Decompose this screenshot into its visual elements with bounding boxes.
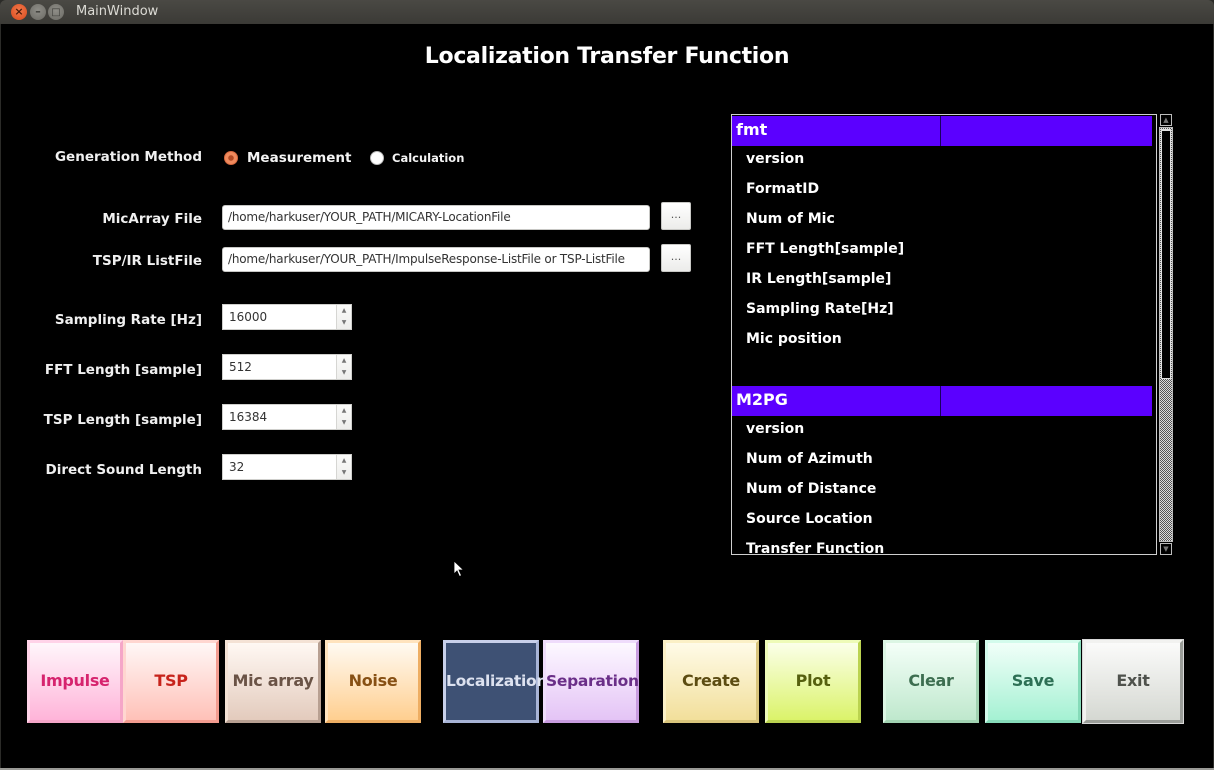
direct-sound-length-label: Direct Sound Length (45, 462, 202, 478)
sampling-rate-spinbox[interactable]: 16000 ▲ ▼ (222, 304, 352, 330)
tree-item-label: Mic position (746, 331, 842, 347)
scrollbar-thumb[interactable] (1161, 129, 1171, 379)
tree-group-label: M2PG (736, 390, 788, 409)
tsp-ir-list-file-browse-button[interactable]: ... (661, 244, 691, 272)
tree-item[interactable]: Num of Distance (732, 476, 1152, 506)
spin-down-icon[interactable]: ▼ (337, 467, 351, 479)
fft-length-spin-arrows: ▲ ▼ (336, 355, 351, 379)
minimize-icon: – (35, 5, 41, 18)
page-title: Localization Transfer Function (424, 44, 790, 69)
tree-item-label: Num of Mic (746, 211, 835, 227)
tree-item[interactable]: Source Location (732, 506, 1152, 536)
format-tree-view[interactable]: fmt version FormatID Num of Mic FFT Leng… (731, 114, 1157, 555)
noise-button[interactable]: Noise (325, 640, 421, 723)
tree-item-label: version (746, 151, 805, 167)
calculation-radio[interactable] (370, 151, 384, 165)
spin-down-icon[interactable]: ▼ (337, 417, 351, 429)
tree-item-label: Transfer Function (746, 541, 885, 555)
tree-item-label: Sampling Rate[Hz] (746, 301, 894, 317)
direct-sound-length-spin-arrows: ▲ ▼ (336, 455, 351, 479)
spin-up-icon[interactable]: ▲ (337, 305, 351, 317)
sampling-rate-spin-arrows: ▲ ▼ (336, 305, 351, 329)
plot-button[interactable]: Plot (765, 640, 861, 723)
window-close-button[interactable]: × (11, 4, 27, 20)
spin-up-icon[interactable]: ▲ (337, 405, 351, 417)
tsp-length-spin-arrows: ▲ ▼ (336, 405, 351, 429)
tree-item[interactable]: version (732, 146, 1152, 176)
maximize-icon: □ (51, 7, 61, 18)
tree-group-m2pg[interactable]: M2PG (732, 386, 1152, 416)
fft-length-label: FFT Length [sample] (44, 362, 202, 378)
tree-item-label: Num of Distance (746, 481, 877, 497)
calculation-radio-label[interactable]: Calculation (392, 151, 464, 165)
scroll-down-button[interactable]: ▼ (1160, 543, 1172, 555)
tree-vertical-scrollbar[interactable]: ▲ ▼ (1159, 114, 1173, 555)
tree-item[interactable]: Num of Azimuth (732, 446, 1152, 476)
create-button[interactable]: Create (663, 640, 759, 723)
separation-button[interactable]: Separation (543, 640, 639, 723)
close-icon: × (14, 5, 24, 18)
tree-item[interactable]: FFT Length[sample] (732, 236, 1152, 266)
window-title: MainWindow (76, 4, 159, 19)
tsp-ir-list-file-input[interactable]: /home/harkuser/YOUR_PATH/ImpulseResponse… (222, 247, 650, 272)
spin-down-icon[interactable]: ▼ (337, 317, 351, 329)
scrollbar-track[interactable] (1159, 127, 1173, 542)
tree-item-label: Num of Azimuth (746, 451, 873, 467)
tree-item-label: Source Location (746, 511, 873, 527)
mic-array-button[interactable]: Mic array (225, 640, 321, 723)
spin-down-icon[interactable]: ▼ (337, 367, 351, 379)
tree-item[interactable]: IR Length[sample] (732, 266, 1152, 296)
impulse-button[interactable]: Impulse (27, 640, 123, 723)
tree-item[interactable]: version (732, 416, 1152, 446)
fft-length-value[interactable]: 512 (229, 360, 252, 374)
tree-item[interactable]: Num of Mic (732, 206, 1152, 236)
window-minimize-button[interactable]: – (30, 4, 46, 20)
measurement-radio[interactable] (224, 151, 238, 165)
tree-item-label: version (746, 421, 805, 437)
spin-up-icon[interactable]: ▲ (337, 355, 351, 367)
generation-method-label: Generation Method (54, 149, 202, 165)
scroll-up-button[interactable]: ▲ (1160, 114, 1172, 126)
tree-item-label: FFT Length[sample] (746, 241, 905, 257)
scroll-up-icon: ▲ (1163, 116, 1169, 124)
tsp-length-value[interactable]: 16384 (229, 410, 267, 424)
tsp-button[interactable]: TSP (123, 640, 219, 723)
direct-sound-length-value[interactable]: 32 (229, 460, 244, 474)
tree-item-label: FormatID (746, 181, 820, 197)
scroll-down-icon: ▼ (1163, 545, 1169, 553)
tsp-ir-list-file-label: TSP/IR ListFile (92, 253, 202, 269)
localization-button[interactable]: Localization (443, 640, 547, 723)
sampling-rate-value[interactable]: 16000 (229, 310, 267, 324)
tree-item[interactable]: Mic position (732, 326, 1152, 356)
main-window-client: Localization Transfer Function Generatio… (1, 24, 1213, 768)
tsp-length-label: TSP Length [sample] (43, 412, 202, 428)
fft-length-spinbox[interactable]: 512 ▲ ▼ (222, 354, 352, 380)
measurement-radio-label[interactable]: Measurement (247, 150, 351, 166)
mic-array-file-input[interactable]: /home/harkuser/YOUR_PATH/MICARY-Location… (222, 205, 650, 230)
exit-button[interactable]: Exit (1082, 639, 1184, 724)
tree-group-fmt[interactable]: fmt (732, 116, 1152, 146)
mic-array-file-browse-button[interactable]: ... (661, 202, 691, 230)
tree-item[interactable]: Transfer Function (732, 536, 1152, 555)
window-titlebar: × – □ MainWindow (0, 0, 1214, 24)
mouse-cursor-icon (453, 560, 465, 578)
clear-button[interactable]: Clear (883, 640, 979, 723)
save-button[interactable]: Save (985, 640, 1081, 723)
tsp-length-spinbox[interactable]: 16384 ▲ ▼ (222, 404, 352, 430)
tree-item[interactable]: Sampling Rate[Hz] (732, 296, 1152, 326)
tree-item-label: IR Length[sample] (746, 271, 892, 287)
tree-item[interactable]: FormatID (732, 176, 1152, 206)
mic-array-file-label: MicArray File (102, 211, 202, 227)
tree-group-label: fmt (736, 120, 768, 139)
direct-sound-length-spinbox[interactable]: 32 ▲ ▼ (222, 454, 352, 480)
spin-up-icon[interactable]: ▲ (337, 455, 351, 467)
window-maximize-button[interactable]: □ (48, 4, 64, 20)
sampling-rate-label: Sampling Rate [Hz] (54, 312, 202, 328)
